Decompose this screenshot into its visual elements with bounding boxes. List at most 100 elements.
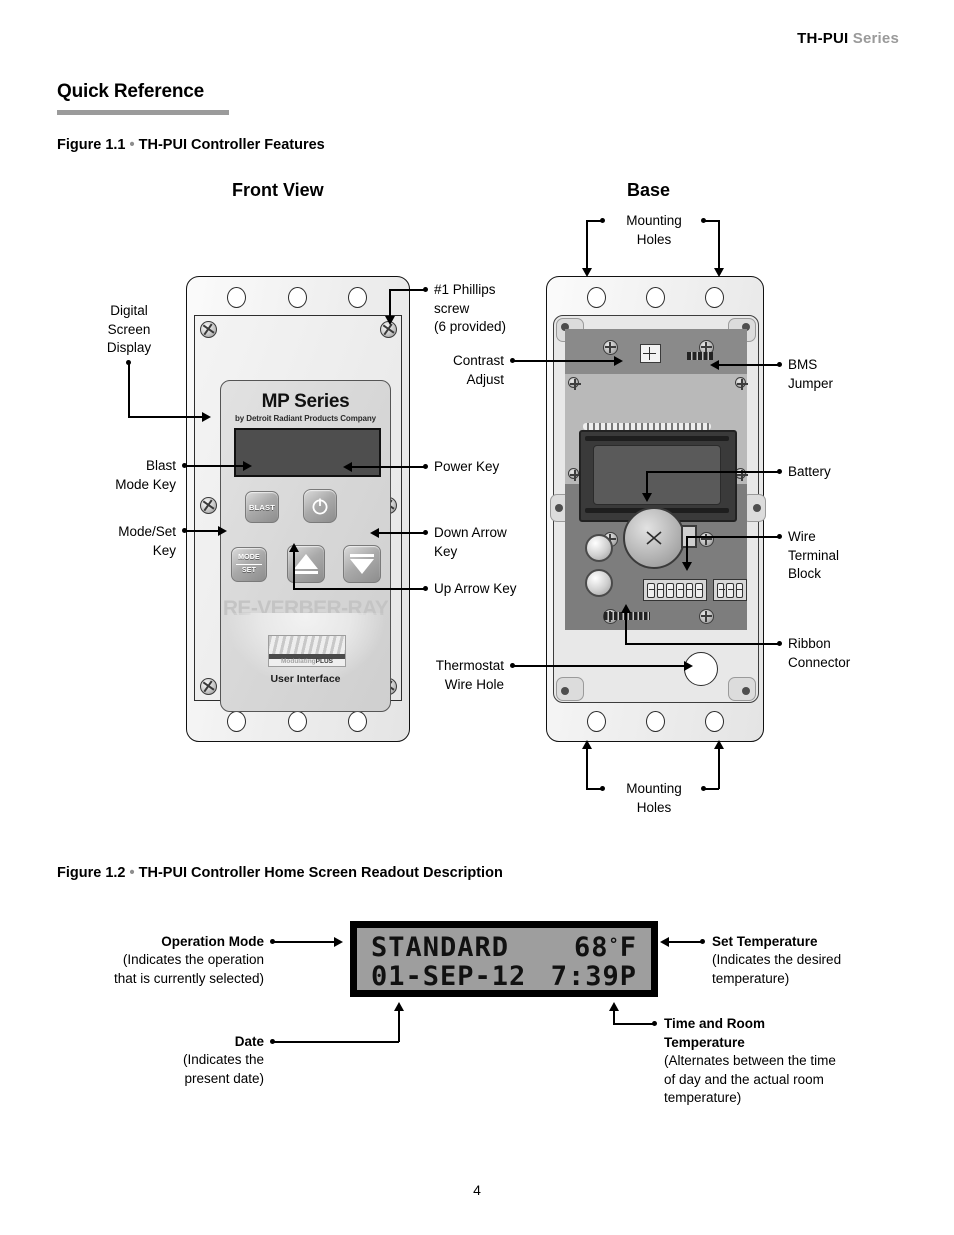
- arrowhead-mh-top-right: [714, 268, 724, 277]
- terminal-screw-icon[interactable]: [685, 582, 694, 598]
- power-key[interactable]: [303, 489, 337, 523]
- label-up-arrow-key: Up Arrow Key: [434, 581, 517, 596]
- mounting-hole-front-top-left: [227, 287, 246, 308]
- battery-marking-icon: [646, 531, 662, 545]
- arrowhead-time-room: [609, 1002, 619, 1011]
- leader-line-digital-screen-v: [128, 362, 130, 417]
- label-down-arrow-key: Down Arrow Key: [434, 525, 507, 559]
- base-view-title: Base: [627, 180, 671, 200]
- mounting-hole-base-top-left: [587, 287, 606, 308]
- terminal-screw-icon[interactable]: [647, 582, 655, 598]
- lcd-operation-mode-value: STANDARD: [371, 931, 510, 963]
- figure-1-1-text: TH-PUI Controller Features: [138, 137, 325, 153]
- arrowhead-phillips: [385, 316, 395, 325]
- bullet-separator-icon: •: [129, 137, 135, 153]
- title-underline-rule: [57, 110, 229, 115]
- leader-line-wire-terminal-h: [686, 536, 778, 538]
- leader-line-up-arrow-v: [293, 551, 295, 589]
- leader-line-operation-mode: [272, 941, 336, 943]
- leader-line-phillips-h: [389, 289, 424, 291]
- mode-key-label-bottom: SET: [241, 567, 257, 575]
- lcd-screw-icon-tr: [735, 377, 748, 390]
- mounting-hole-front-bot-mid: [288, 711, 307, 732]
- blast-key-label: BLAST: [249, 502, 275, 512]
- label-mounting-holes-top: Mounting Holes: [626, 213, 682, 247]
- label-ribbon-connector: Ribbon Connector: [788, 636, 851, 670]
- power-icon: [312, 498, 328, 515]
- terminal-screw-icon[interactable]: [695, 582, 704, 598]
- lcd-screw-icon-bl: [568, 468, 581, 481]
- bms-jumper[interactable]: [687, 352, 713, 360]
- arrowhead-battery: [642, 493, 652, 502]
- mounting-hole-front-top-right: [348, 287, 367, 308]
- header-series: Series: [852, 30, 899, 47]
- leader-line-mh-top-right-v: [718, 220, 720, 270]
- arrowhead-mh-bot-left: [582, 740, 592, 749]
- mounting-hole-base-top-mid: [646, 287, 665, 308]
- wire-terminal-block-aux[interactable]: [713, 579, 747, 601]
- arrowhead-power: [343, 462, 352, 472]
- up-key-bar: [294, 571, 318, 574]
- corner-stud-ml: [555, 504, 563, 512]
- round-component-lower: [585, 569, 613, 597]
- corner-stud-bl: [561, 687, 569, 695]
- label-mode-set-key: Mode/Set Key: [118, 524, 176, 558]
- leader-line-time-room-v: [613, 1010, 615, 1024]
- arrowhead-up-arrow: [289, 543, 299, 552]
- digital-screen-display: [234, 428, 381, 477]
- lcd-line-2: 01-SEP-12 7:39P: [371, 960, 637, 992]
- label-date-desc: (Indicates the present date): [182, 1052, 264, 1086]
- label-blast-mode-key: Blast Mode Key: [115, 458, 176, 492]
- pcb-screw-icon-mr: [699, 532, 714, 547]
- terminal-screw-icon[interactable]: [717, 582, 725, 598]
- lcd-date-value: 01-SEP-12: [371, 960, 527, 992]
- label-time-room-title: Time and Room Temperature: [664, 1016, 766, 1050]
- lcd-pin-header: [583, 423, 711, 430]
- lcd-temp-number: 68: [573, 931, 609, 963]
- lcd-temp-unit: F: [619, 931, 637, 963]
- page-header: TH-PUI Series: [797, 30, 899, 47]
- label-set-temperature-desc: (Indicates the desired temperature): [712, 952, 842, 986]
- label-bms-jumper: BMS Jumper: [788, 357, 834, 391]
- terminal-screw-icon[interactable]: [656, 582, 665, 598]
- blast-mode-key[interactable]: BLAST: [245, 491, 279, 523]
- leader-line-digital-screen-h: [128, 416, 204, 418]
- leader-line-battery-h: [646, 471, 778, 473]
- leader-line-thermostat: [512, 665, 686, 667]
- pcb-screw-icon-br: [699, 609, 714, 624]
- badge-text-bold: PLUS: [315, 658, 333, 665]
- home-screen-lcd-readout: STANDARD 68°F 01-SEP-12 7:39P: [350, 921, 658, 997]
- terminal-screw-icon[interactable]: [676, 582, 684, 598]
- mode-set-key[interactable]: MODE SET: [231, 547, 267, 582]
- base-view-controller: [546, 276, 766, 742]
- lcd-rail-top: [585, 436, 729, 441]
- contrast-adjust-potentiometer[interactable]: [640, 344, 661, 363]
- terminal-screw-icon[interactable]: [735, 582, 744, 598]
- arrowhead-thermostat: [684, 661, 693, 671]
- badge-text: ModulatingPLUS: [269, 658, 345, 665]
- label-battery: Battery: [788, 464, 831, 479]
- wire-terminal-block-main[interactable]: [643, 579, 707, 601]
- mounting-hole-base-bot-left: [587, 711, 606, 732]
- lcd-screw-icon-tl: [568, 377, 581, 390]
- terminal-screw-icon[interactable]: [726, 582, 735, 598]
- bullet-separator-icon-2: •: [129, 865, 135, 881]
- mounting-hole-base-bot-right: [705, 711, 724, 732]
- terminal-screw-icon[interactable]: [666, 582, 675, 598]
- mounting-hole-front-top-mid: [288, 287, 307, 308]
- down-arrow-key[interactable]: [343, 545, 381, 583]
- base-corner-br: [728, 677, 756, 701]
- lcd-time-value: 7:39P: [550, 960, 637, 992]
- ribbon-connector[interactable]: [604, 612, 650, 620]
- leader-line-date-v: [398, 1010, 400, 1042]
- faceplate-brand-subtitle: by Detroit Radiant Products Company: [235, 414, 376, 423]
- mode-key-label-top: MODE: [238, 553, 260, 561]
- arrowhead-blast: [243, 461, 252, 471]
- arrowhead-mh-top-left: [582, 268, 592, 277]
- phillips-screw-icon-ml: [200, 497, 217, 514]
- badge-rays-graphic: [269, 636, 345, 656]
- lcd-line-1: STANDARD 68°F: [371, 931, 637, 963]
- arrowhead-bms: [710, 360, 719, 370]
- leader-line-mode-set: [184, 530, 220, 532]
- leader-line-wire-terminal-v: [686, 536, 688, 564]
